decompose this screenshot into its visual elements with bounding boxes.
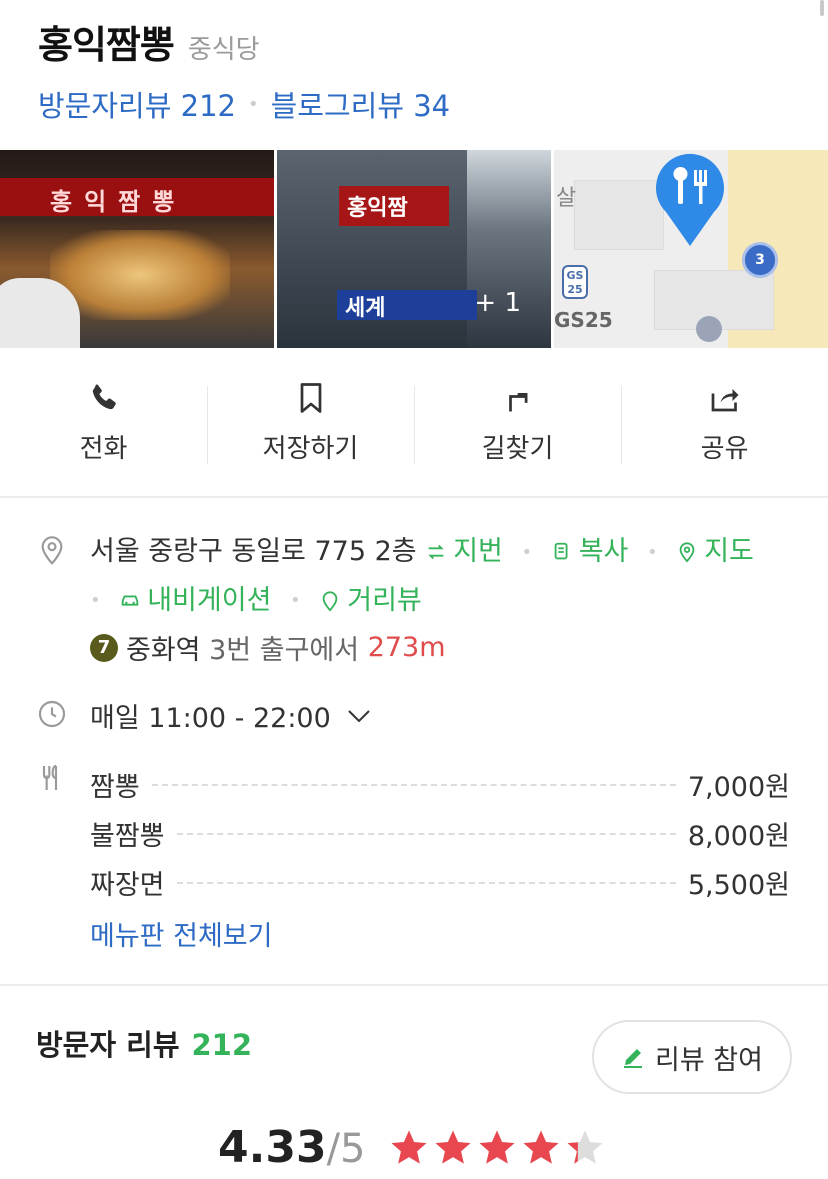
place-category: 중식당 (187, 35, 260, 65)
star-rating (388, 1127, 608, 1169)
map-thumbnail[interactable]: 살 GS 25 GS25 3 (554, 150, 828, 348)
station-name: 중화역 (126, 635, 201, 666)
star-icon (479, 1130, 514, 1164)
call-label: 전화 (79, 433, 128, 464)
chevron-down-icon (348, 709, 370, 722)
subway-info: 7 중화역 3번 출구에서 273m (90, 628, 446, 667)
phone-icon (92, 384, 116, 409)
menu-item-name: 불짬뽕 (90, 821, 165, 852)
menu-item-name: 짜장면 (90, 870, 165, 901)
streetview-link[interactable]: 거리뷰 (319, 585, 422, 616)
separator-dot: • (247, 93, 259, 115)
address-block: 서울 중랑구 동일로 775 2층 지번 • 복사 • 지도 • 내비게이션 •… (90, 536, 754, 616)
map-gs-label: GS25 (554, 308, 613, 332)
copy-label: 복사 (578, 536, 629, 567)
streetview-pin-icon (322, 590, 338, 612)
reviews-title: 방문자 리뷰 (36, 1028, 180, 1062)
swap-icon (428, 544, 444, 560)
rating-summary: 4.33 /5 (218, 1122, 608, 1173)
rating-score: 4.33 (218, 1122, 327, 1173)
map-link[interactable]: 지도 (676, 536, 754, 567)
photo-storefront-night[interactable]: 홍익짬뽕 (0, 150, 274, 348)
star-icon (523, 1130, 558, 1164)
photo-sign-text-3: 세계 (337, 290, 477, 321)
streetview-label: 거리뷰 (347, 584, 422, 616)
gs25-marker-icon: GS 25 (562, 265, 588, 299)
section-divider (0, 984, 828, 986)
share-icon (711, 388, 738, 411)
subway-line-badge: 7 (90, 633, 118, 662)
star-icon (391, 1130, 426, 1164)
menu-item: 불짬뽕 8,000원 (90, 809, 790, 858)
photo-sign-text-2: 홍익짬 (339, 186, 449, 226)
pencil-icon (624, 1049, 643, 1068)
save-label: 저장하기 (262, 433, 359, 464)
star-icon (435, 1130, 470, 1164)
poi-icon (696, 316, 722, 342)
hours-text: 매일 11:00 - 22:00 (90, 703, 331, 734)
reviews-heading: 방문자 리뷰 212 (36, 1022, 252, 1064)
menu-item: 짜장면 5,500원 (90, 858, 790, 907)
jibun-toggle[interactable]: 지번 (425, 536, 511, 567)
menu-list: 짬뽕 7,000원 불짬뽕 8,000원 짜장면 5,500원 (90, 760, 790, 907)
share-label: 공유 (700, 433, 749, 464)
directions-button[interactable]: 길찾기 (414, 348, 621, 496)
write-review-label: 리뷰 참여 (655, 1044, 763, 1076)
menu-item: 짬뽕 7,000원 (90, 760, 790, 809)
navigation-link[interactable]: 내비게이션 (119, 585, 280, 616)
rating-max: /5 (326, 1126, 366, 1172)
action-bar: 전화 저장하기 길찾기 공유 (0, 348, 828, 498)
star-icon (567, 1130, 602, 1164)
bookmark-icon (300, 382, 321, 413)
utensils-icon (42, 764, 58, 790)
view-full-menu-link[interactable]: 메뉴판 전체보기 (90, 914, 272, 953)
more-photos-count: + 1 (474, 288, 521, 318)
photo-strip: 홍익짬뽕 홍익짬 세계 + 1 살 GS 25 GS25 3 (0, 150, 828, 348)
menu-item-price: 8,000원 (687, 821, 790, 852)
copy-address-button[interactable]: 복사 (551, 536, 637, 567)
photo-storefront-day[interactable]: 홍익짬 세계 + 1 (277, 150, 551, 348)
place-name: 홍익짬뽕 (38, 23, 175, 67)
directions-icon (508, 392, 527, 411)
menu-item-price: 7,000원 (687, 772, 790, 803)
clock-icon (38, 700, 66, 728)
map-pin-icon (679, 542, 695, 563)
reviews-count: 212 (191, 1028, 253, 1062)
navigation-label: 내비게이션 (147, 584, 272, 616)
directions-label: 길찾기 (481, 433, 554, 464)
visitor-reviews-link[interactable]: 방문자리뷰 212 (38, 83, 236, 125)
map-badge: 3 (742, 242, 778, 278)
save-button[interactable]: 저장하기 (207, 348, 414, 496)
blog-reviews-link[interactable]: 블로그리뷰 34 (271, 83, 451, 125)
place-header: 홍익짬뽕 중식당 방문자리뷰 212 • 블로그리뷰 34 (38, 14, 808, 125)
write-review-button[interactable]: 리뷰 참여 (592, 1020, 792, 1094)
share-button[interactable]: 공유 (621, 348, 828, 496)
business-hours[interactable]: 매일 11:00 - 22:00 (90, 696, 371, 735)
photo-sign-text: 홍익짬뽕 (50, 188, 187, 216)
location-pin-icon (41, 536, 63, 565)
address-text: 서울 중랑구 동일로 775 2층 (90, 536, 417, 567)
copy-icon (554, 542, 568, 560)
menu-item-price: 5,500원 (687, 870, 790, 901)
jibun-label: 지번 (453, 536, 503, 567)
map-label: 지도 (704, 536, 754, 567)
station-exit: 3번 출구에서 (209, 635, 360, 666)
restaurant-pin-icon (656, 153, 724, 246)
station-distance: 273m (367, 632, 446, 663)
menu-item-name: 짬뽕 (90, 772, 140, 803)
map-label: 살 (556, 186, 577, 211)
call-button[interactable]: 전화 (0, 348, 207, 496)
car-icon (121, 595, 139, 606)
scroll-indicator (820, 0, 824, 16)
